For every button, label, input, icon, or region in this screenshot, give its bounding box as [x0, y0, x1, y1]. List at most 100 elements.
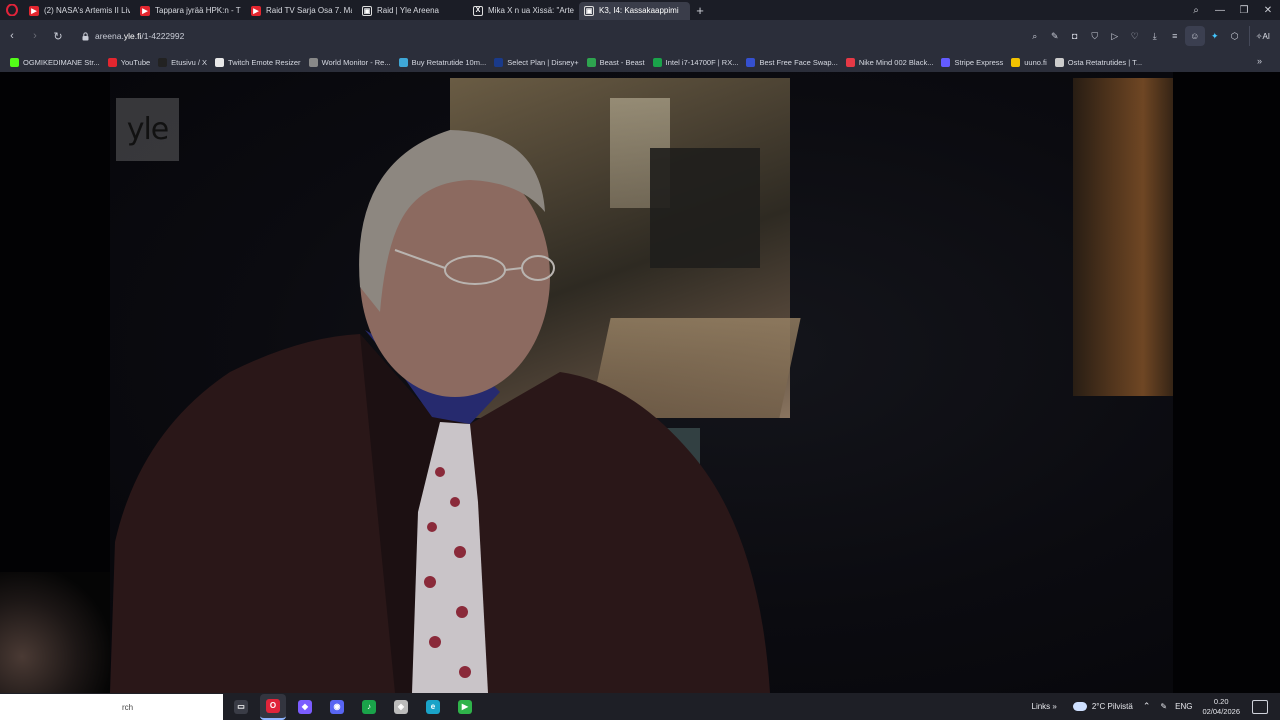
profile-icon[interactable]: ☺	[1184, 26, 1205, 46]
browser-tab[interactable]: X Mika X n ua Xissä: "Artem	[468, 2, 579, 20]
bookmark-label: OGMIKEDIMANE Str...	[23, 57, 100, 67]
presenter-figure	[110, 130, 770, 693]
bookmark-item[interactable]: uuno.fi	[1007, 52, 1051, 72]
back-icon[interactable]: ‹	[1, 25, 23, 47]
reload-icon[interactable]: ↻	[47, 25, 69, 47]
discord-icon: ◉	[330, 699, 344, 714]
spotify-ish-icon: ♪	[362, 699, 376, 714]
language-indicator[interactable]: ENG	[1175, 702, 1192, 711]
bookmark-item[interactable]: OGMIKEDIMANE Str...	[6, 52, 104, 72]
bookmark-label: Select Plan | Disney+	[507, 57, 579, 67]
bookmark-item[interactable]: Beast - Beast	[583, 52, 649, 72]
bookmark-item[interactable]: Stripe Express	[937, 52, 1007, 72]
bookmarks-bar: OGMIKEDIMANE Str... YouTube Etusivu / X Twi…	[0, 52, 1280, 72]
close-icon[interactable]: ✕	[1256, 0, 1280, 20]
bookmark-item[interactable]: World Monitor - Re...	[305, 52, 395, 72]
bookmark-item[interactable]: Best Free Face Swap...	[742, 52, 841, 72]
tab-label: Raid | Yle Areena	[377, 6, 439, 15]
edge-icon: e	[426, 699, 440, 714]
kick-icon	[10, 57, 19, 67]
windows-taskbar: rch ▭ O ◆ ◉ ♪ ◈ e ▶ Links » 2°C Pilvistä ⌃ ✎ EN…	[0, 693, 1280, 720]
yle-areena-icon: ▣	[584, 5, 594, 16]
webcam-overlay	[0, 572, 110, 693]
bookmark-item[interactable]: YouTube	[104, 52, 154, 72]
taskbar-app[interactable]: ◆	[292, 694, 318, 720]
bookmark-label: Nike Mind 002 Black...	[858, 57, 934, 67]
bookmark-item[interactable]: Osta Retatrutides | T...	[1051, 52, 1146, 72]
browser-tab[interactable]: ▶ (2) NASA's Artemis II Live	[24, 2, 135, 20]
shield-icon[interactable]: ⛉	[1085, 26, 1105, 46]
url-prefix: areena.	[95, 31, 124, 41]
taskbar-app[interactable]: e	[420, 694, 446, 720]
menu-icon[interactable]: ≡	[1165, 26, 1185, 46]
browser-tab[interactable]: ▶ Tappara jyrää HPK:n - Tät	[135, 2, 246, 20]
youtube-icon	[107, 57, 117, 67]
taskbar-app[interactable]: ◉	[324, 694, 350, 720]
youtube-icon: ▶	[140, 5, 150, 16]
cloud-icon	[1072, 702, 1087, 711]
stripe-icon	[941, 57, 951, 67]
taskbar-app[interactable]: ▭	[228, 694, 254, 720]
swap-icon	[746, 57, 756, 67]
ai-button[interactable]: ✧ AI	[1248, 26, 1276, 46]
links-toolbar[interactable]: Links »	[1032, 702, 1057, 711]
video-player[interactable]: yle	[0, 72, 1280, 693]
heart-icon[interactable]: ♡	[1125, 26, 1145, 46]
bookmark-label: World Monitor - Re...	[321, 57, 391, 67]
bookmark-label: Osta Retatrutides | T...	[1067, 57, 1143, 67]
tab-label: K3, I4: Kassakaappimi	[599, 6, 679, 15]
play-icon[interactable]: ▷	[1105, 26, 1125, 46]
bookmark-item[interactable]: Twitch Emote Resizer	[211, 52, 305, 72]
search-tabs-icon[interactable]: ⌕	[1184, 0, 1208, 20]
taskbar-search-box[interactable]: rch	[0, 694, 223, 720]
page-icon	[215, 57, 225, 67]
disney-icon	[494, 57, 504, 67]
lock-icon[interactable]	[77, 31, 93, 41]
tray-overflow-icon[interactable]: ⌃	[1143, 701, 1151, 712]
uuno-icon	[1011, 57, 1021, 67]
aria-icon[interactable]: ✦	[1205, 26, 1225, 46]
browser-tab[interactable]: ▣ K3, I4: Kassakaappimi	[579, 1, 690, 20]
bookmark-item[interactable]: Etusivu / X	[154, 52, 211, 72]
forward-icon[interactable]: ›	[24, 25, 46, 47]
taskbar-app[interactable]: O	[260, 693, 286, 720]
camera-icon[interactable]: ◘	[1065, 26, 1085, 46]
taskbar-app[interactable]: ◈	[388, 694, 414, 720]
weather-widget[interactable]: 2°C Pilvistä	[1072, 702, 1133, 711]
clock[interactable]: 0.20 02/04/2026	[1202, 697, 1240, 717]
opera-menu-icon[interactable]	[0, 0, 24, 20]
task-view-icon: ▭	[234, 699, 248, 714]
bookmark-item[interactable]: Buy Retatrutide 10m...	[395, 52, 491, 72]
minimize-icon[interactable]: —	[1208, 0, 1232, 20]
yle-areena-icon: ▣	[362, 5, 372, 16]
url-domain: yle.fi	[123, 31, 142, 41]
taskbar-app[interactable]: ▶	[452, 694, 478, 720]
intel-icon	[652, 57, 662, 67]
bookmark-item[interactable]: Select Plan | Disney+	[490, 52, 582, 72]
shield-icon: ◈	[394, 699, 408, 714]
download-icon[interactable]: ⤓	[1145, 26, 1165, 46]
url-field[interactable]: areena.yle.fi/1-4222992	[95, 31, 184, 41]
new-tab-button[interactable]: +	[690, 0, 710, 20]
bookmarks-overflow-icon[interactable]: »	[1257, 56, 1262, 66]
pen-icon[interactable]: ✎	[1160, 702, 1167, 711]
notification-center-icon[interactable]	[1252, 699, 1268, 714]
edit-icon[interactable]: ✎	[1045, 26, 1065, 46]
tab-label: (2) NASA's Artemis II Live	[44, 6, 130, 15]
search-icon[interactable]: ⌕	[1025, 26, 1045, 46]
bookmark-label: uuno.fi	[1024, 57, 1047, 67]
taskbar-app[interactable]: ♪	[356, 694, 382, 720]
youtube-icon: ▶	[29, 5, 39, 16]
restore-icon[interactable]: ❐	[1232, 0, 1256, 20]
browser-tab[interactable]: ▶ Raid TV Sarja Osa 7. Marat	[246, 2, 357, 20]
copilot-icon: ◆	[298, 699, 312, 714]
x-icon	[158, 57, 168, 67]
bookmark-label: Buy Retatrutide 10m...	[411, 57, 487, 67]
ai-sparkle-icon: ✧	[1255, 31, 1263, 41]
yle-channel-logo: yle	[116, 98, 179, 161]
ai-label: AI	[1262, 31, 1270, 41]
browser-tab[interactable]: ▣ Raid | Yle Areena	[357, 2, 468, 20]
cube-icon[interactable]: ⬡	[1225, 26, 1245, 46]
bookmark-item[interactable]: Intel i7-14700F | RX...	[649, 52, 743, 72]
bookmark-item[interactable]: Nike Mind 002 Black...	[842, 52, 938, 72]
